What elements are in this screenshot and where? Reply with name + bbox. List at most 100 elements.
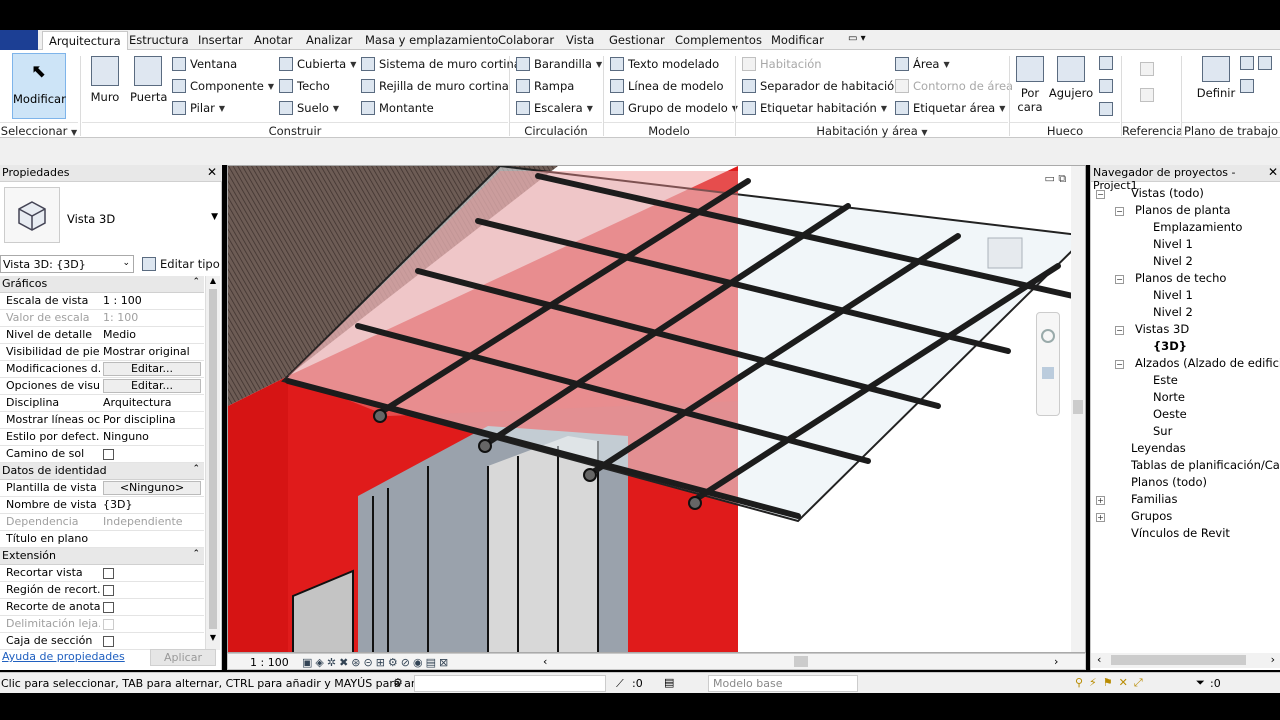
prop-value[interactable]: Arquitectura — [103, 396, 203, 409]
tab-colaborar[interactable]: Colaborar — [498, 33, 554, 47]
prop-row[interactable]: Recorte de anota... — [0, 599, 204, 616]
curtain-system-button[interactable]: Sistema de muro cortina — [361, 55, 521, 73]
tab-vista[interactable]: Vista — [566, 33, 594, 47]
edit-overrides-button[interactable]: Editar... — [103, 362, 201, 376]
prop-row[interactable]: Recortar vista — [0, 565, 204, 582]
curtain-grid-button[interactable]: Rejilla de muro cortina — [361, 77, 509, 95]
ribbon-minimize-icon[interactable]: ▭ ▾ — [848, 33, 866, 44]
scroll-thumb[interactable] — [209, 289, 217, 629]
collapse-icon[interactable]: − — [1115, 275, 1124, 284]
view-control-icons[interactable]: ▣◈✲✖⊛⊝⊞⚙⊘◉▤⊠ — [302, 656, 451, 669]
prop-row[interactable]: Estilo por defect... Ninguno — [0, 429, 204, 446]
tree-node-level1[interactable]: Nivel 1 — [1153, 237, 1193, 251]
properties-help-link[interactable]: Ayuda de propiedades — [2, 650, 125, 663]
section-extents[interactable]: Extensión ⌃ — [0, 548, 204, 565]
tree-node-revit-links[interactable]: Vínculos de Revit — [1131, 526, 1230, 540]
ceiling-button[interactable]: Techo — [279, 77, 330, 95]
tree-node-ceiling-level1[interactable]: Nivel 1 — [1153, 288, 1193, 302]
scroll-left-icon[interactable]: ‹ — [543, 655, 547, 668]
sun-path-checkbox[interactable] — [103, 449, 114, 460]
model-group-button[interactable]: Grupo de modelo▼ — [610, 99, 738, 117]
tree-node-legends[interactable]: Leyendas — [1131, 441, 1186, 455]
floor-button[interactable]: Suelo ▼ — [279, 99, 339, 117]
collapse-icon[interactable]: − — [1096, 190, 1105, 199]
type-selector[interactable]: ▼ — [62, 187, 220, 243]
tag-area-button[interactable]: Etiquetar área ▼ — [895, 99, 1005, 117]
room-separator-button[interactable]: Separador de habitación — [742, 77, 901, 95]
tree-node-ceiling-level2[interactable]: Nivel 2 — [1153, 305, 1193, 319]
prop-value[interactable]: 1 : 100 — [103, 294, 203, 307]
workset-select[interactable] — [414, 675, 606, 692]
edit-display-options-button[interactable]: Editar... — [103, 379, 201, 393]
tree-node-west[interactable]: Oeste — [1153, 407, 1187, 421]
section-identity[interactable]: Datos de identidad ⌃ — [0, 463, 204, 480]
crop-region-visible-checkbox[interactable] — [103, 585, 114, 596]
prop-row[interactable]: Plantilla de vista <Ninguno> — [0, 480, 204, 497]
model-line-button[interactable]: Línea de modelo — [610, 77, 724, 95]
prop-value[interactable]: Mostrar original — [103, 345, 203, 358]
mullion-button[interactable]: Montante — [361, 99, 434, 117]
zoom-icon[interactable] — [1042, 367, 1054, 379]
prop-row[interactable]: Visibilidad de pie... Mostrar original — [0, 344, 204, 361]
panel-select-label[interactable]: Seleccionar ▼ — [0, 122, 78, 138]
tree-node-sheets[interactable]: Planos (todo) — [1131, 475, 1207, 489]
tree-node-3d-active[interactable]: {3D} — [1153, 339, 1187, 353]
opening-small-icons[interactable] — [1099, 56, 1113, 116]
stair-button[interactable]: Escalera ▼ — [516, 99, 593, 117]
tree-node-schedules[interactable]: Tablas de planificación/Cantidades — [1131, 458, 1280, 472]
prop-row[interactable]: Nombre de vista {3D} — [0, 497, 204, 514]
browser-horizontal-scrollbar[interactable]: ‹ › — [1091, 653, 1280, 668]
column-button[interactable]: Pilar ▼ — [172, 99, 225, 117]
viewport-vertical-scrollbar[interactable] — [1071, 166, 1085, 652]
component-button[interactable]: Componente ▼ — [172, 77, 274, 95]
design-options-icon[interactable]: ▤ — [664, 676, 674, 689]
tree-node-south[interactable]: Sur — [1153, 424, 1172, 438]
tree-node-views[interactable]: Vistas (todo) — [1131, 186, 1204, 200]
worksharing-icon[interactable]: ⚙ — [393, 676, 403, 689]
scroll-thumb[interactable] — [1073, 400, 1083, 414]
tree-node-families[interactable]: Familias — [1131, 492, 1177, 506]
tab-insertar[interactable]: Insertar — [198, 33, 243, 47]
prop-value[interactable]: Medio — [103, 328, 203, 341]
work-plane-small-icons[interactable] — [1240, 56, 1280, 96]
by-face-button[interactable]: Por cara — [1014, 56, 1046, 114]
properties-scrollbar[interactable]: ▲ ▼ — [205, 276, 220, 650]
edit-type-button[interactable]: Editar tipo — [142, 255, 220, 273]
panel-room-area-label[interactable]: Habitación y área ▼ — [736, 122, 1008, 138]
set-work-plane-button[interactable]: Definir — [1196, 56, 1236, 100]
navigation-bar[interactable] — [1036, 312, 1060, 416]
collapse-icon[interactable]: − — [1115, 360, 1124, 369]
area-boundary-button[interactable]: Contorno de área — [895, 77, 1013, 95]
tab-gestionar[interactable]: Gestionar — [609, 33, 665, 47]
tab-masa-emplazamiento[interactable]: Masa y emplazamiento — [365, 33, 498, 47]
door-button[interactable]: Puerta — [130, 56, 167, 104]
ramp-button[interactable]: Rampa — [516, 77, 574, 95]
tree-node-north[interactable]: Norte — [1153, 390, 1185, 404]
tree-node-3d-views[interactable]: Vistas 3D — [1135, 322, 1189, 336]
3d-viewport[interactable]: ▭ ⧉ ✕ — [227, 165, 1086, 653]
prop-row[interactable]: Título en plano — [0, 531, 204, 548]
crop-view-checkbox[interactable] — [103, 568, 114, 579]
tree-node-floor-plans[interactable]: Planos de planta — [1135, 203, 1231, 217]
wall-button[interactable]: Muro — [86, 56, 124, 104]
grid-icon[interactable] — [1140, 88, 1154, 105]
selection-toggle-icons[interactable]: ⚲⚡⚑✕⤢ — [1075, 676, 1149, 690]
tab-estructura[interactable]: Estructura — [129, 33, 189, 47]
model-text-button[interactable]: Texto modelado — [610, 55, 719, 73]
prop-row[interactable]: Disciplina Arquitectura — [0, 395, 204, 412]
editable-only-icon[interactable]: ⟋ — [616, 677, 624, 691]
tree-node-east[interactable]: Este — [1153, 373, 1178, 387]
apply-button[interactable]: Aplicar — [150, 649, 216, 666]
prop-row[interactable]: Opciones de visu...Editar... — [0, 378, 204, 395]
opening-button[interactable]: Agujero — [1048, 56, 1094, 100]
collapse-icon[interactable]: − — [1115, 326, 1124, 335]
level-icon[interactable] — [1140, 62, 1154, 79]
prop-row[interactable]: Región de recort... — [0, 582, 204, 599]
prop-row[interactable]: Modificaciones d... Editar... — [0, 361, 204, 378]
window-button[interactable]: Ventana — [172, 55, 237, 73]
scroll-right-icon[interactable]: › — [1054, 655, 1058, 668]
prop-row[interactable]: Camino de sol — [0, 446, 204, 463]
tag-room-button[interactable]: Etiquetar habitación ▼ — [742, 99, 887, 117]
tree-node-elevations[interactable]: Alzados (Alzado de edificio) — [1135, 356, 1280, 370]
tab-anotar[interactable]: Anotar — [254, 33, 292, 47]
